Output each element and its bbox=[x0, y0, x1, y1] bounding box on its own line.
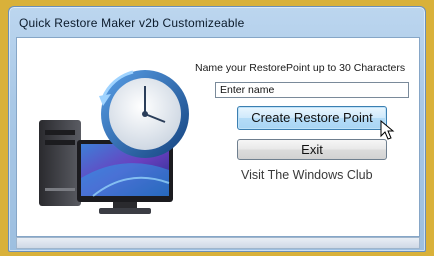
name-prompt-label: Name your RestorePoint up to 30 Characte… bbox=[195, 62, 406, 74]
window-title: Quick Restore Maker v2b Customizeable bbox=[19, 16, 245, 30]
windows-club-link[interactable]: Visit The Windows Club bbox=[241, 168, 373, 182]
create-restore-point-button[interactable]: Create Restore Point bbox=[237, 106, 387, 130]
title-bar[interactable]: Quick Restore Maker v2b Customizeable bbox=[9, 7, 425, 37]
client-area: Name your RestorePoint up to 30 Characte… bbox=[16, 37, 420, 237]
computer-with-clock-icon bbox=[39, 70, 189, 214]
mouse-pointer-icon bbox=[380, 119, 395, 140]
exit-button[interactable]: Exit bbox=[237, 139, 387, 160]
status-bar bbox=[16, 237, 420, 249]
app-window: Quick Restore Maker v2b Customizeable Na… bbox=[8, 6, 426, 252]
restore-name-input[interactable] bbox=[215, 82, 409, 98]
